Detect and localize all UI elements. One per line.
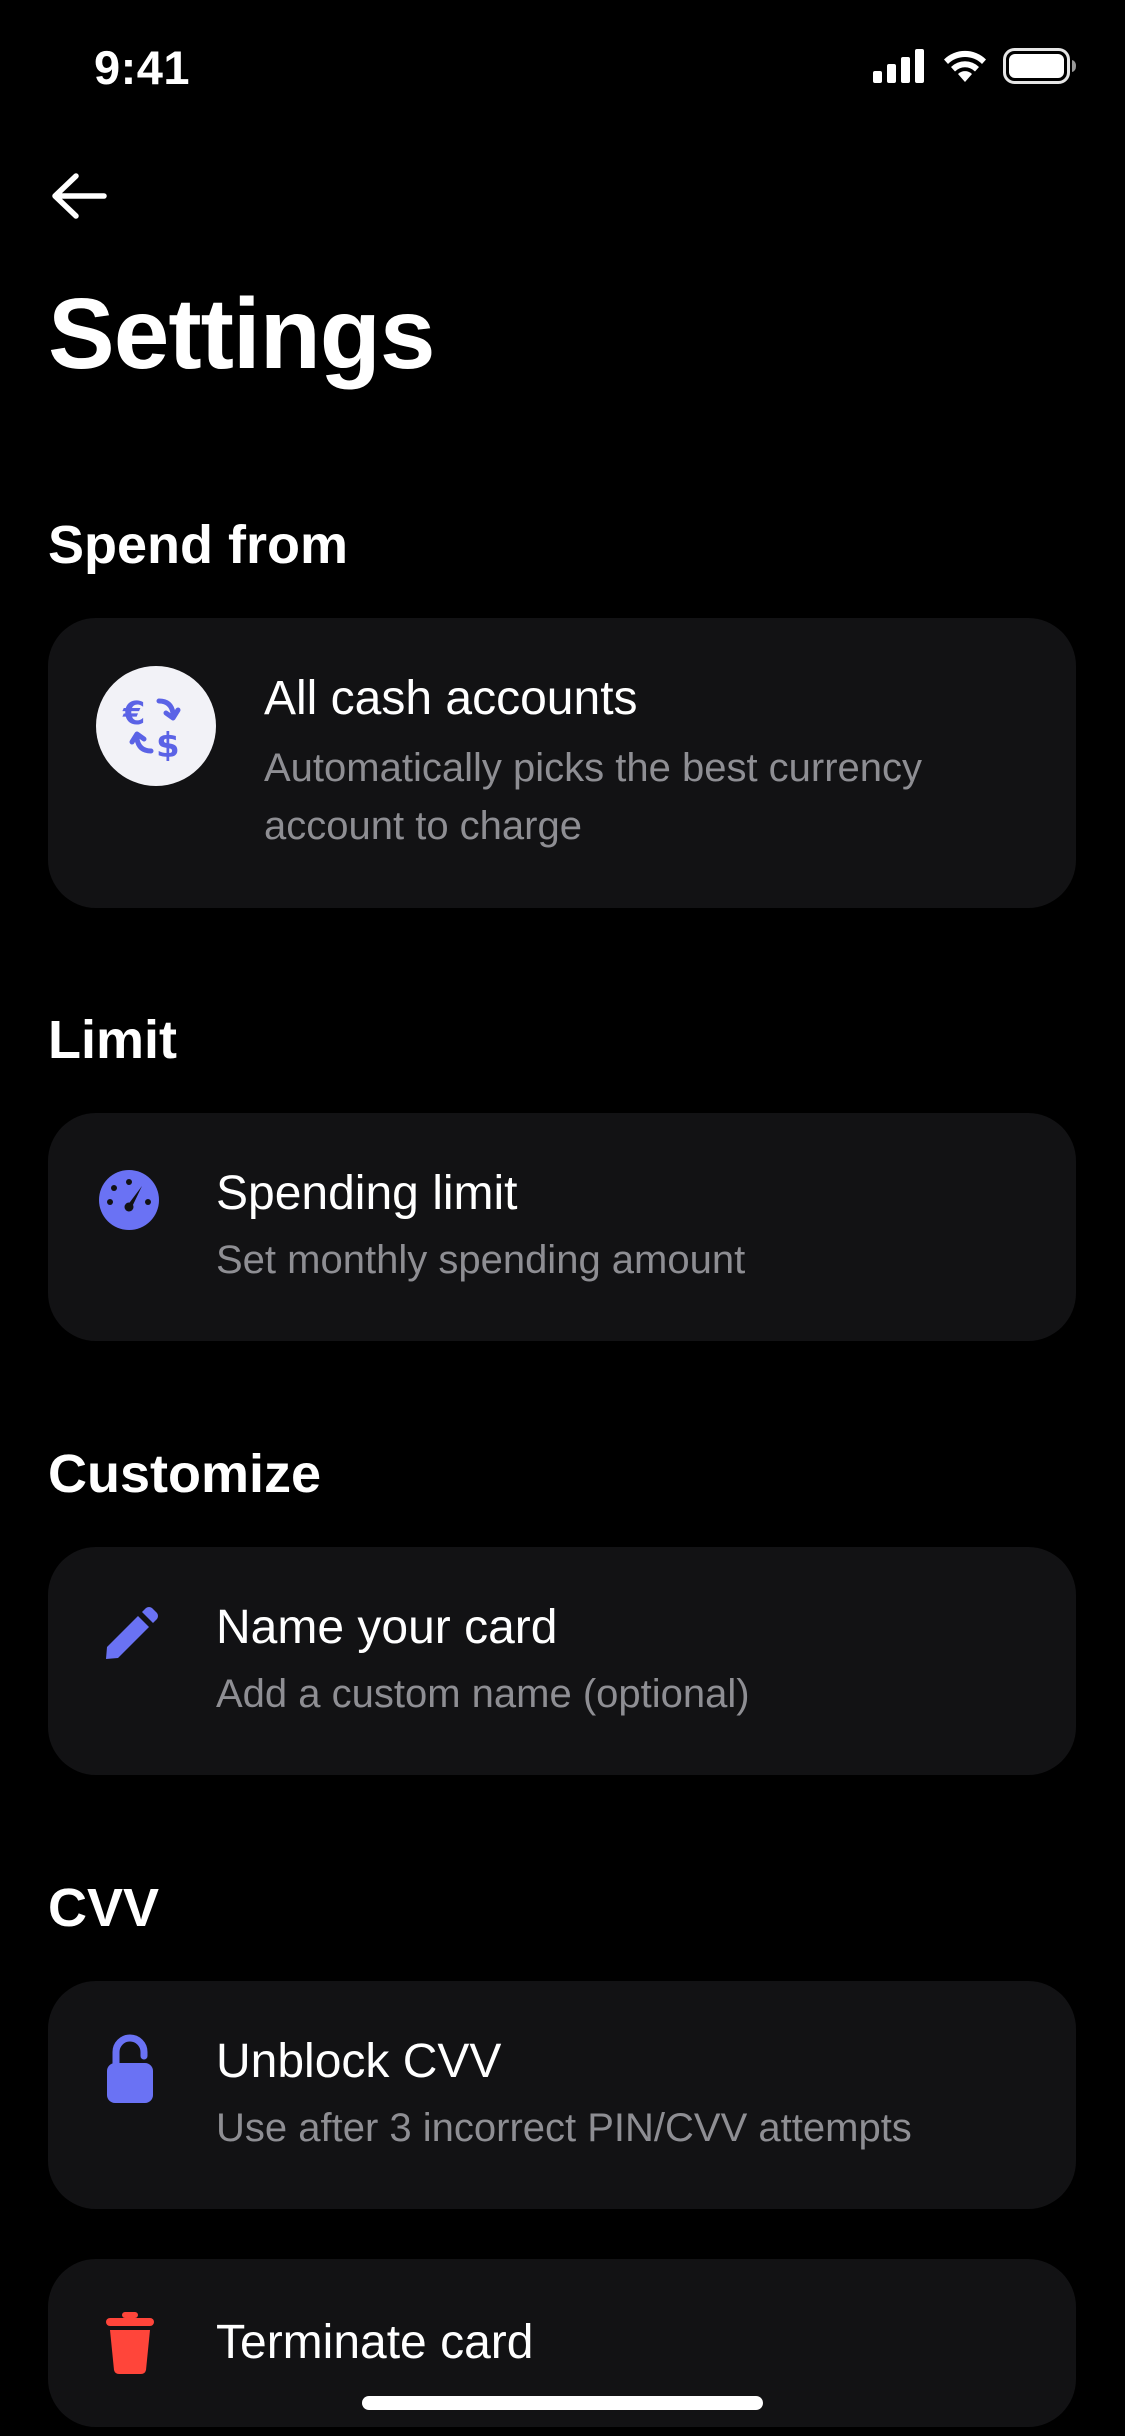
arrow-left-icon bbox=[50, 171, 108, 226]
trash-icon bbox=[102, 2310, 158, 2376]
section-title-cvv: CVV bbox=[48, 1878, 160, 1938]
speedometer-icon bbox=[96, 1167, 162, 1233]
unlock-icon bbox=[102, 2029, 158, 2105]
status-bar: 9:41 bbox=[0, 0, 1125, 140]
home-indicator bbox=[362, 2396, 763, 2410]
section-title-spend-from: Spend from bbox=[48, 515, 349, 575]
card-subtitle: Set monthly spending amount bbox=[216, 1238, 746, 1282]
spending-limit-item[interactable]: Spending limit Set monthly spending amou… bbox=[48, 1113, 1076, 1341]
card-title: Name your card bbox=[216, 1601, 558, 1654]
card-subtitle: Use after 3 incorrect PIN/CVV attempts bbox=[216, 2106, 912, 2150]
svg-text:$: $ bbox=[156, 726, 180, 761]
svg-text:€: € bbox=[122, 694, 145, 732]
section-title-customize: Customize bbox=[48, 1444, 322, 1504]
spend-from-all-cash-accounts[interactable]: € $ All cash accounts Automatically pick… bbox=[48, 618, 1076, 908]
section-title-limit: Limit bbox=[48, 1010, 177, 1070]
card-title: All cash accounts bbox=[264, 672, 638, 725]
card-subtitle: Add a custom name (optional) bbox=[216, 1672, 750, 1716]
currency-exchange-icon: € $ bbox=[96, 666, 216, 786]
name-your-card-item[interactable]: Name your card Add a custom name (option… bbox=[48, 1547, 1076, 1775]
card-title: Terminate card bbox=[216, 2316, 534, 2369]
card-subtitle: Automatically picks the best currency ac… bbox=[264, 746, 923, 848]
pencil-icon bbox=[100, 1605, 160, 1665]
page-title: Settings bbox=[48, 278, 435, 390]
unblock-cvv-item[interactable]: Unblock CVV Use after 3 incorrect PIN/CV… bbox=[48, 1981, 1076, 2209]
card-title: Unblock CVV bbox=[216, 2035, 502, 2088]
back-button[interactable] bbox=[44, 168, 114, 228]
card-title: Spending limit bbox=[216, 1167, 518, 1220]
battery-icon bbox=[1003, 47, 1077, 89]
status-time: 9:41 bbox=[94, 41, 191, 94]
status-icons bbox=[873, 47, 1077, 89]
cellular-signal-icon bbox=[873, 48, 927, 88]
wifi-icon bbox=[941, 48, 989, 89]
